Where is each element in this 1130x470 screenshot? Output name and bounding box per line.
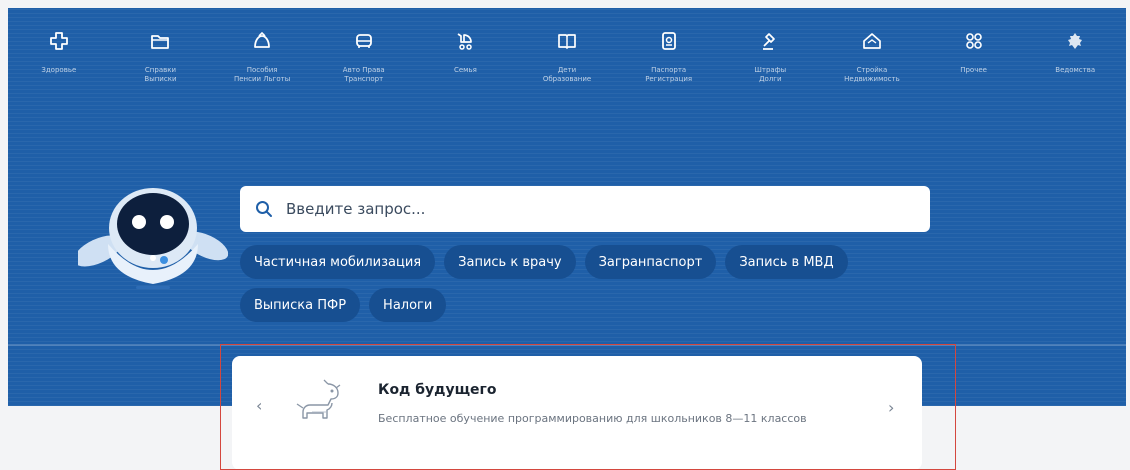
nav-item-children[interactable]: Дети Образование [516,8,618,108]
chip-doctor-appointment[interactable]: Запись к врачу [444,245,576,279]
nav-label: Прочее [960,66,987,74]
nav-item-agencies[interactable]: Ведомства [1024,8,1126,108]
chip-pfr-statement[interactable]: Выписка ПФР [240,288,361,322]
nav-item-certificates[interactable]: Справки Выписки [110,8,212,108]
benefits-icon [251,30,273,52]
robot-dog-icon [292,378,348,426]
nav-label: Справки Выписки [144,66,177,83]
search-bar[interactable] [240,186,930,232]
robot-assistant-avatar[interactable] [73,156,229,306]
promo-card-title: Код будущего [378,382,497,398]
divider [8,344,1126,346]
health-icon [48,30,70,52]
nav-item-realty[interactable]: Стройка Недвижимость [821,8,923,108]
nav-label: Дети Образование [542,66,592,83]
nav-label: Стройка Недвижимость [844,66,900,83]
chevron-right-icon[interactable]: › [888,398,894,417]
search-icon [254,199,274,219]
popular-queries: Частичная мобилизация Запись к врачу Заг… [240,245,940,322]
chip-foreign-passport[interactable]: Загранпаспорт [584,245,717,279]
search-input[interactable] [286,200,886,218]
chevron-left-icon[interactable]: ‹ [256,396,262,415]
hero-banner: Здоровье Справки Выписки Пособия Пенсии … [8,8,1126,406]
stroller-icon [454,30,476,52]
book-icon [556,30,578,52]
grid-icon [963,30,985,52]
passport-icon [658,30,680,52]
house-icon [861,30,883,52]
promo-card[interactable]: ‹ Код будущего Бесплатное обучение прогр… [232,356,922,470]
gavel-icon [759,30,781,52]
nav-label: Паспорта Регистрация [645,66,693,83]
nav-label: Здоровье [41,66,77,74]
category-nav: Здоровье Справки Выписки Пособия Пенсии … [8,8,1126,108]
nav-item-family[interactable]: Семья [415,8,517,108]
nav-label: Авто Права Транспорт [342,66,385,83]
nav-item-passports[interactable]: Паспорта Регистрация [618,8,720,108]
folder-icon [149,30,171,52]
promo-card-description: Бесплатное обучение программированию для… [378,412,807,425]
nav-label: Ведомства [1055,66,1096,74]
nav-item-auto[interactable]: Авто Права Транспорт [313,8,415,108]
nav-label: Пособия Пенсии Льготы [233,66,291,83]
nav-item-other[interactable]: Прочее [923,8,1025,108]
nav-label: Семья [453,66,477,74]
nav-item-fines[interactable]: Штрафы Долги [719,8,821,108]
chip-partial-mobilization[interactable]: Частичная мобилизация [240,245,436,279]
nav-item-health[interactable]: Здоровье [8,8,110,108]
chip-taxes[interactable]: Налоги [369,288,447,322]
car-icon [353,30,375,52]
emblem-icon [1064,30,1086,52]
nav-item-benefits[interactable]: Пособия Пенсии Льготы [211,8,313,108]
nav-label: Штрафы Долги [754,66,787,83]
chip-mvd-appointment[interactable]: Запись в МВД [725,245,848,279]
